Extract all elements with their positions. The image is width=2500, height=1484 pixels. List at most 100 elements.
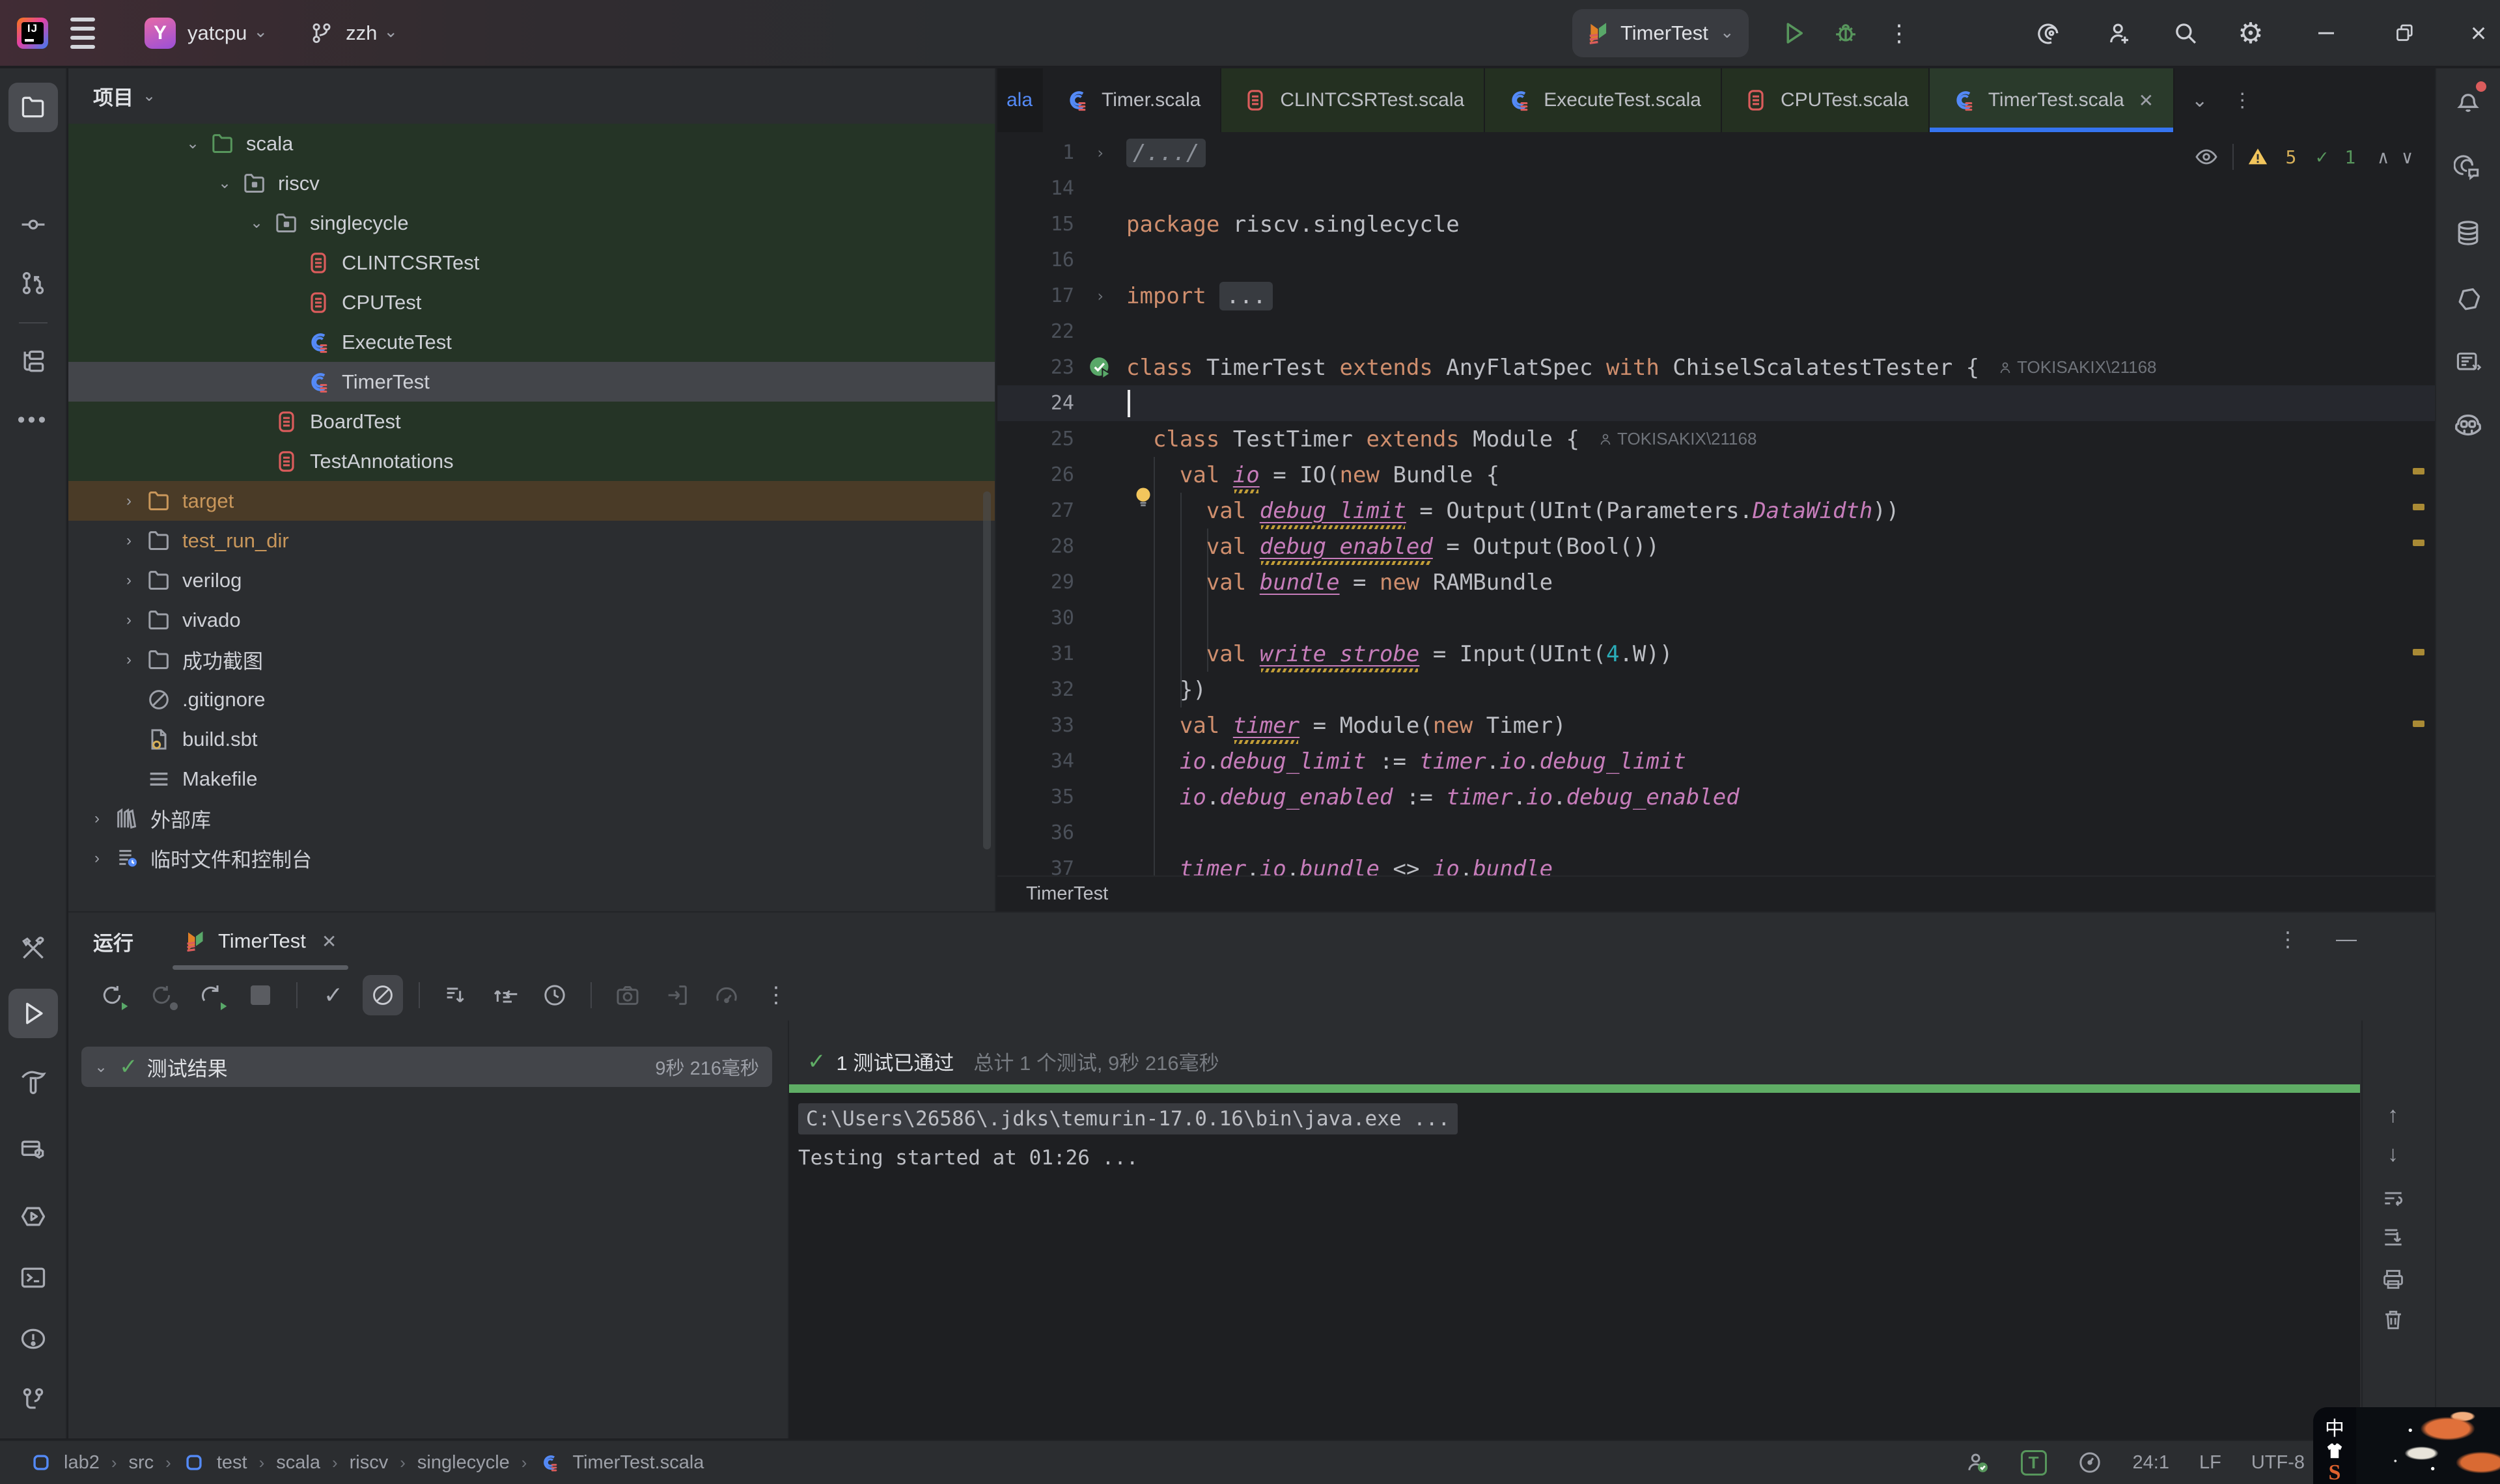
code-line-37[interactable]: 37 timer.io.bundle <> io.bundle xyxy=(997,851,2435,875)
close-icon[interactable]: ✕ xyxy=(322,931,337,952)
tree-item-.gitignore[interactable]: .gitignore xyxy=(68,680,995,719)
sbt-shell-tool-icon[interactable] xyxy=(8,1192,58,1241)
inspections-widget[interactable]: 5 ✓ 1 ∧ ∨ xyxy=(2193,144,2413,170)
soft-wrap-icon[interactable] xyxy=(2374,1179,2413,1218)
git-tool-icon[interactable] xyxy=(8,1374,58,1423)
code-line-32[interactable]: 32 }) xyxy=(997,672,2435,708)
editor-tab-CLINTCSRTest.scala[interactable]: CLINTCSRTest.scala xyxy=(1221,68,1485,132)
rerun-button[interactable] xyxy=(92,975,132,1015)
show-passed-icon[interactable]: ✓ xyxy=(313,975,354,1015)
code-with-me-user-icon[interactable] xyxy=(1965,1450,1991,1476)
problems-tool-icon[interactable] xyxy=(8,1314,58,1364)
code-line-22[interactable]: 22 xyxy=(997,314,2435,350)
notifications-bell-icon[interactable] xyxy=(2443,76,2493,126)
print-icon[interactable] xyxy=(2374,1260,2413,1299)
code-line-36[interactable]: 36 xyxy=(997,815,2435,851)
author-hint[interactable]: TOKISAKIX\21168 xyxy=(1598,429,1757,449)
test-results-root-row[interactable]: ⌄ ✓ 测试结果 9秒 216毫秒 xyxy=(81,1047,772,1087)
code-editor[interactable]: 1›/.../1415package riscv.singlecycle1617… xyxy=(997,135,2435,875)
chevron-down-icon[interactable]: ⌄ xyxy=(241,213,272,232)
tree-item-Makefile[interactable]: Makefile xyxy=(68,759,995,799)
author-hint[interactable]: TOKISAKIX\21168 xyxy=(1997,357,2156,378)
chevron-right-icon[interactable]: › xyxy=(113,611,145,629)
show-ignored-icon[interactable] xyxy=(363,975,403,1015)
database-tool-icon[interactable] xyxy=(2443,208,2493,258)
tree-item-verilog[interactable]: ›verilog xyxy=(68,560,995,600)
tree-item-build.sbt[interactable]: build.sbt xyxy=(68,719,995,759)
tree-item-临时文件和控制台[interactable]: ›临时文件和控制台 xyxy=(68,838,995,878)
code-line-35[interactable]: 35 io.debug_enabled := timer.io.debug_en… xyxy=(997,779,2435,815)
import-test-results-icon[interactable] xyxy=(657,975,697,1015)
tree-item-CPUTest[interactable]: CPUTest xyxy=(68,282,995,322)
breadcrumb-class[interactable]: TimerTest xyxy=(1026,883,1108,905)
hexagon-tool-icon[interactable] xyxy=(2443,275,2493,325)
ime-language-indicator[interactable]: 中 xyxy=(2325,1412,2344,1441)
services-tool-icon[interactable] xyxy=(8,1125,58,1175)
code-line-15[interactable]: 15package riscv.singlecycle xyxy=(997,206,2435,242)
tree-item-scala[interactable]: ⌄scala xyxy=(68,124,995,163)
tree-item-成功截图[interactable]: ›成功截图 xyxy=(68,640,995,680)
branch-selector[interactable]: zzh ⌄ xyxy=(309,21,398,46)
copilot-tool-icon[interactable] xyxy=(2443,400,2493,450)
code-line-17[interactable]: 17›import ... xyxy=(997,278,2435,314)
search-icon[interactable] xyxy=(2164,12,2207,55)
crumb[interactable]: lab2 xyxy=(64,1452,100,1474)
chevron-down-icon[interactable]: ⌄ xyxy=(94,1058,107,1077)
close-window-icon[interactable]: × xyxy=(2457,12,2500,55)
build-tool-icon[interactable] xyxy=(8,924,58,973)
crumb[interactable]: TimerTest.scala xyxy=(572,1452,704,1474)
tree-item-singlecycle[interactable]: ⌄singlecycle xyxy=(68,203,995,243)
code-line-16[interactable]: 16 xyxy=(997,242,2435,278)
chevron-down-icon[interactable]: ⌄ xyxy=(177,134,208,153)
up-arrow-icon[interactable]: ↑ xyxy=(2374,1095,2413,1134)
code-line-30[interactable]: 30 xyxy=(997,600,2435,636)
ai-assistant-icon[interactable] xyxy=(2030,12,2073,55)
chevron-right-icon[interactable]: › xyxy=(81,810,113,828)
tree-item-外部库[interactable]: ›外部库 xyxy=(68,799,995,838)
code-line-33[interactable]: 33 val timer = Module(new Timer) xyxy=(997,708,2435,743)
warning-icon[interactable] xyxy=(2247,146,2269,168)
run-panel-options-icon[interactable]: ⋮ xyxy=(2277,927,2298,952)
tree-item-TestAnnotations[interactable]: TestAnnotations xyxy=(68,441,995,481)
crumb[interactable]: scala xyxy=(276,1452,320,1474)
status-breadcrumbs[interactable]: lab2› src› test› scala› riscv› singlecyc… xyxy=(30,1451,704,1474)
translation-plugin-icon[interactable]: T xyxy=(2021,1450,2047,1476)
prev-problem-icon[interactable]: ∧ xyxy=(2378,146,2389,168)
intention-bulb-icon[interactable] xyxy=(1132,485,1155,508)
tree-item-BoardTest[interactable]: BoardTest xyxy=(68,402,995,441)
crumb[interactable]: riscv xyxy=(350,1452,389,1474)
down-arrow-icon[interactable]: ↓ xyxy=(2374,1134,2413,1174)
console-output[interactable]: C:\Users\26586\.jdks\temurin-17.0.16\bin… xyxy=(789,1093,2360,1438)
sort-alphabetically-icon[interactable] xyxy=(485,975,525,1015)
code-line-31[interactable]: 31 val write_strobe = Input(UInt(4.W)) xyxy=(997,636,2435,672)
tree-item-CLINTCSRTest[interactable]: CLINTCSRTest xyxy=(68,243,995,282)
code-line-29[interactable]: 29 val bundle = new RAMBundle xyxy=(997,564,2435,600)
code-line-34[interactable]: 34 io.debug_limit := timer.io.debug_limi… xyxy=(997,743,2435,779)
line-separator[interactable]: LF xyxy=(2199,1452,2221,1474)
terminal-tool-icon[interactable] xyxy=(8,1253,58,1302)
file-encoding[interactable]: UTF-8 xyxy=(2251,1452,2305,1474)
memory-gauge-icon[interactable] xyxy=(2077,1450,2103,1476)
chevron-down-icon[interactable]: ⌄ xyxy=(209,174,240,193)
run-configuration-widget[interactable]: TimerTest ⌄ xyxy=(1572,9,1749,57)
build-hammer-tool-icon[interactable] xyxy=(8,1056,58,1106)
editor-tab-TimerTest.scala[interactable]: TimerTest.scala✕ xyxy=(1930,68,2174,132)
pull-requests-tool-icon[interactable] xyxy=(8,258,58,308)
run-tool-icon[interactable] xyxy=(8,989,58,1038)
chevron-right-icon[interactable]: › xyxy=(81,849,113,868)
run-tab[interactable]: TimerTest ✕ xyxy=(173,913,348,970)
tree-item-ExecuteTest[interactable]: ExecuteTest xyxy=(68,322,995,362)
project-avatar[interactable]: Y xyxy=(145,18,176,49)
minimize-window-icon[interactable] xyxy=(2305,12,2348,55)
editor-tab-Timer.scala[interactable]: Timer.scala xyxy=(1043,68,1221,132)
sort-by-duration-icon[interactable] xyxy=(535,975,575,1015)
ai-assistant-tool-icon[interactable] xyxy=(2443,143,2493,192)
run-button[interactable] xyxy=(1772,12,1815,55)
screenshot-icon[interactable] xyxy=(607,975,648,1015)
rerun-failed-button[interactable] xyxy=(141,975,182,1015)
chevron-right-icon[interactable]: › xyxy=(113,532,145,550)
documentation-tool-icon[interactable] xyxy=(2443,338,2493,387)
more-tool-windows-icon[interactable]: ••• xyxy=(8,395,58,445)
chevron-right-icon[interactable]: › xyxy=(113,571,145,590)
add-user-icon[interactable] xyxy=(2098,12,2141,55)
